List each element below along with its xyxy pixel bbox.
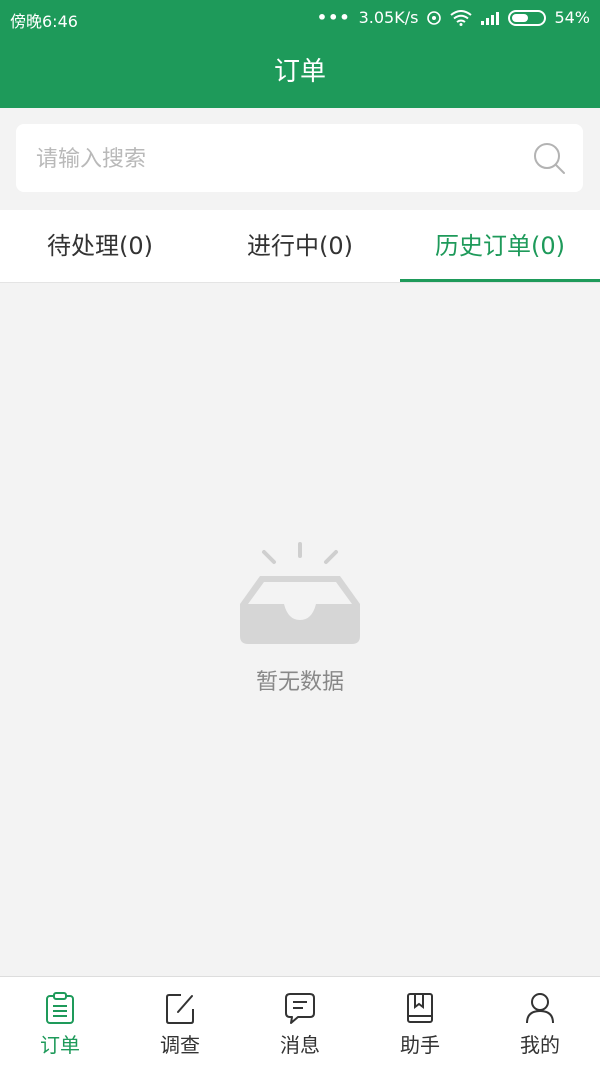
wifi-icon xyxy=(450,9,473,26)
search-icon[interactable] xyxy=(531,140,569,178)
book-icon xyxy=(407,993,433,1023)
tab-pending[interactable]: 待处理(0) xyxy=(0,210,200,282)
user-icon xyxy=(526,993,554,1024)
bottom-nav-survey[interactable]: 调查 xyxy=(120,977,240,1067)
message-icon xyxy=(285,993,315,1024)
nav-bar: 订单 xyxy=(0,36,600,108)
status-indicators: ••• 3.05K/s 54% xyxy=(317,8,590,27)
search-input[interactable] xyxy=(34,124,518,194)
tab-in-progress[interactable]: 进行中(0) xyxy=(200,210,400,282)
battery-icon xyxy=(508,9,547,26)
alarm-icon xyxy=(427,10,442,25)
bottom-nav-orders[interactable]: 订单 xyxy=(0,977,120,1067)
bottom-nav-label: 我的 xyxy=(520,1033,560,1057)
edit-icon xyxy=(166,994,194,1024)
bottom-nav-label: 调查 xyxy=(160,1033,200,1057)
network-speed: 3.05K/s xyxy=(358,8,419,27)
empty-text: 暂无数据 xyxy=(255,670,344,695)
battery-percent: 54% xyxy=(554,8,590,27)
bottom-nav-profile[interactable]: 我的 xyxy=(480,977,600,1067)
bottom-nav-label: 助手 xyxy=(400,1033,440,1057)
tab-history[interactable]: 历史订单(0) xyxy=(400,210,600,282)
clipboard-icon xyxy=(46,992,74,1024)
bottom-nav-assistant[interactable]: 助手 xyxy=(360,977,480,1067)
bottom-nav: 订单 调查 消息 助手 我的 xyxy=(0,976,600,1067)
bottom-nav-messages[interactable]: 消息 xyxy=(240,977,360,1067)
search-box[interactable] xyxy=(16,124,583,194)
order-tabs: 待处理(0) 进行中(0) 历史订单(0) xyxy=(0,210,600,283)
more-dots-icon: ••• xyxy=(316,8,351,27)
signal-icon xyxy=(481,11,500,25)
page-title: 订单 xyxy=(273,57,326,87)
bottom-nav-label: 订单 xyxy=(40,1033,80,1057)
empty-box-icon xyxy=(240,542,360,644)
status-time: 傍晚6:46 xyxy=(10,12,78,31)
status-bar: 傍晚6:46 ••• 3.05K/s 54% xyxy=(0,0,600,36)
empty-state: 暂无数据 xyxy=(0,540,600,696)
bottom-nav-label: 消息 xyxy=(280,1033,320,1057)
